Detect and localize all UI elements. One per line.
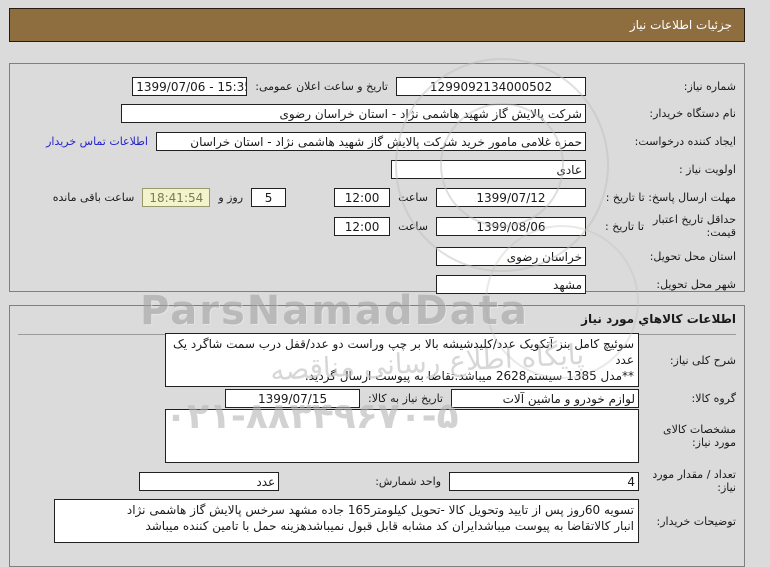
remaining-days-field[interactable]: 5 — [251, 187, 287, 207]
buyer-notes-line1: تسویه 60روز پس از تایید وتحویل کالا -تحو… — [126, 503, 634, 517]
reply-deadline-hour-label: ساعت — [398, 190, 428, 204]
need-description-field[interactable]: سوئیچ کامل بنز آتکویک عدد/کلیدشیشه بالا … — [165, 333, 639, 387]
remaining-time-label: ساعت باقی مانده — [52, 190, 135, 204]
request-info-panel: شماره نیاز: 1299092134000502 تاریخ و ساع… — [9, 63, 745, 294]
buyer-notes-field[interactable]: تسویه 60روز پس از تایید وتحویل کالا -تحو… — [54, 499, 639, 543]
remaining-days-label: روز و — [218, 190, 244, 204]
delivery-province-row: استان محل تحویل: خراسان رضوی — [18, 244, 736, 268]
quantity-field[interactable]: 4 — [449, 471, 639, 491]
priority-label: اولویت نیاز : — [678, 162, 736, 176]
goods-specs-row: مشخصات کالای مورد نیاز: — [18, 408, 736, 464]
buyer-notes-label: توضیحات خریدار: — [656, 514, 737, 528]
buyer-org-field[interactable]: شرکت پالایش گاز شهید هاشمی نژاد - استان … — [121, 103, 586, 123]
price-validity-label-group: حداقل تاریخ اعتبار قیمت: تا تاریخ : — [586, 213, 736, 239]
request-creator-label: ایجاد کننده درخواست: — [634, 134, 736, 148]
need-number-row: شماره نیاز: 1299092134000502 تاریخ و ساع… — [18, 74, 736, 98]
reply-deadline-hour-field[interactable]: 12:00 — [334, 187, 391, 207]
request-creator-row: ایجاد کننده درخواست: حمزه غلامی مامور خر… — [18, 129, 736, 153]
priority-row: اولویت نیاز : عادی — [18, 157, 736, 181]
page-title: جزئیات اطلاعات نیاز — [629, 18, 732, 32]
announce-datetime-field[interactable]: 1399/07/06 - 15:35 — [132, 76, 248, 96]
price-validity-label: حداقل تاریخ اعتبار قیمت: — [652, 213, 736, 239]
quantity-label: تعداد / مقدار مورد نیاز: — [652, 468, 736, 494]
goods-specs-label: مشخصات کالای مورد نیاز: — [662, 423, 736, 449]
need-number-field[interactable]: 1299092134000502 — [396, 76, 586, 96]
price-validity-date-field[interactable]: 1399/08/06 — [436, 216, 586, 236]
remaining-time-countdown: 18:41:54 — [142, 187, 211, 207]
buyer-notes-line2: انبار کالاتقاضا به پیوست میباشدایران کد … — [145, 519, 634, 533]
price-validity-hour-label: ساعت — [398, 219, 428, 233]
quantity-row: تعداد / مقدار مورد نیاز: 4 واحد شمارش: ع… — [18, 468, 736, 494]
request-creator-field[interactable]: حمزه غلامی مامور خرید شرکت پالایش گاز شه… — [156, 131, 586, 151]
delivery-province-field[interactable]: خراسان رضوی — [436, 246, 586, 266]
unit-label: واحد شمارش: — [375, 474, 441, 488]
buyer-contact-link[interactable]: اطلاعات تماس خریدار — [46, 135, 148, 148]
goods-group-row: گروه کالا: لوازم خودرو و ماشین آلات تاری… — [18, 386, 736, 410]
goods-info-panel: اطلاعات کالاهاي مورد نیاز شرح کلی نیاز: … — [9, 305, 745, 567]
need-date-field[interactable]: 1399/07/15 — [225, 388, 361, 408]
announce-datetime-label: تاریخ و ساعت اعلان عمومی: — [255, 79, 388, 93]
need-date-label: تاریخ نیاز به کالا: — [368, 391, 443, 405]
delivery-city-field[interactable]: مشهد — [436, 274, 586, 294]
price-validity-row: حداقل تاریخ اعتبار قیمت: تا تاریخ : 1399… — [18, 211, 736, 241]
goods-group-field[interactable]: لوازم خودرو و ماشین آلات — [451, 388, 639, 408]
buyer-org-row: نام دستگاه خریدار: شرکت پالایش گاز شهید … — [18, 101, 736, 125]
price-validity-until-label: تا تاریخ : — [605, 219, 644, 233]
buyer-notes-row: توضیحات خریدار: تسویه 60روز پس از تایید … — [18, 498, 736, 544]
delivery-province-label: استان محل تحویل: — [649, 249, 736, 263]
need-description-line2: **مدل 1385 سیستم2628 میباشد.تقاضا به پیو… — [304, 369, 634, 383]
page-title-bar: جزئیات اطلاعات نیاز — [9, 8, 745, 42]
delivery-city-row: شهر محل تحویل: مشهد — [18, 272, 736, 296]
price-validity-hour-field[interactable]: 12:00 — [334, 216, 391, 236]
reply-deadline-row: مهلت ارسال پاسخ: تا تاریخ : 1399/07/12 س… — [18, 185, 736, 209]
delivery-city-label: شهر محل تحویل: — [656, 277, 736, 291]
need-description-label: شرح کلی نیاز: — [669, 353, 736, 367]
goods-group-label: گروه کالا: — [691, 391, 736, 405]
unit-field[interactable]: عدد — [139, 471, 280, 491]
need-description-row: شرح کلی نیاز: سوئیچ کامل بنز آتکویک عدد/… — [18, 333, 736, 387]
need-number-label: شماره نیاز: — [683, 79, 736, 93]
need-details-page: { "title_bar": { "text": "جزئیات اطلاعات… — [0, 0, 770, 567]
reply-deadline-date-field[interactable]: 1399/07/12 — [436, 187, 586, 207]
need-description-line1: سوئیچ کامل بنز آتکویک عدد/کلیدشیشه بالا … — [173, 337, 634, 367]
priority-field[interactable]: عادی — [391, 159, 586, 179]
goods-section-title: اطلاعات کالاهاي مورد نیاز — [18, 312, 736, 335]
goods-specs-field[interactable] — [165, 409, 639, 463]
reply-deadline-label: مهلت ارسال پاسخ: تا تاریخ : — [605, 190, 736, 204]
buyer-org-label: نام دستگاه خریدار: — [649, 106, 736, 120]
